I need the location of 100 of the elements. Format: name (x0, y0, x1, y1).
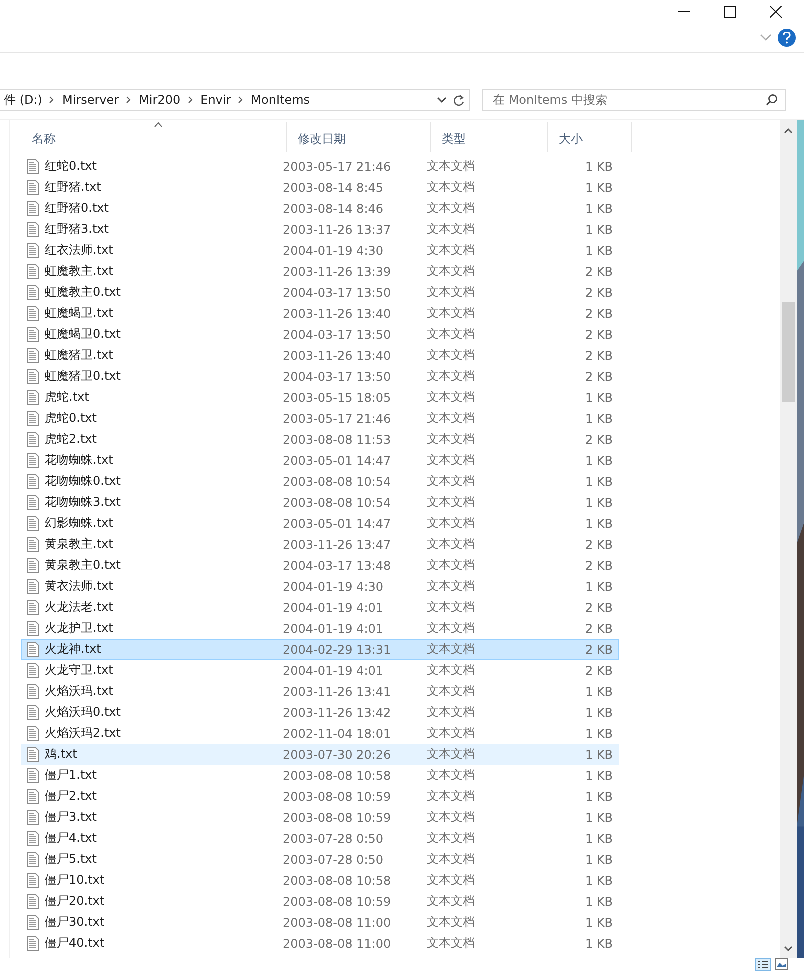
file-row[interactable]: 僵尸5.txt 2003-07-28 0:50 文本文档 1 KB (21, 849, 619, 870)
file-row[interactable]: 僵尸40.txt 2003-08-08 11:00 文本文档 1 KB (21, 933, 619, 954)
scroll-up-icon[interactable] (784, 128, 793, 134)
close-icon[interactable] (770, 6, 782, 18)
modified-date: 2004-01-19 4:30 (283, 580, 384, 594)
modified-date: 2004-03-17 13:48 (283, 558, 392, 572)
file-row[interactable]: 僵尸30.txt 2003-08-08 11:00 文本文档 1 KB (21, 912, 619, 933)
file-size: 1 KB (584, 936, 613, 950)
breadcrumb[interactable]: MonItems (247, 93, 314, 107)
minimize-icon[interactable] (678, 11, 690, 13)
file-size: 2 KB (584, 264, 613, 278)
file-row[interactable]: 红野猪3.txt 2003-11-26 13:37 文本文档 1 KB (21, 219, 619, 240)
modified-date: 2003-05-15 18:05 (283, 390, 392, 404)
text-file-icon (27, 852, 39, 867)
details-view-icon[interactable] (755, 958, 771, 971)
file-row[interactable]: 黄泉教主0.txt 2004-03-17 13:48 文本文档 2 KB (21, 555, 619, 576)
file-row[interactable]: 黄泉教主.txt 2003-11-26 13:47 文本文档 2 KB (21, 534, 619, 555)
file-type: 文本文档 (427, 914, 476, 931)
file-row[interactable]: 火焰沃玛2.txt 2002-11-04 18:01 文本文档 1 KB (21, 723, 619, 744)
modified-date: 2003-08-14 8:45 (283, 180, 384, 194)
address-bar[interactable]: 件 (D:) Mirserver Mir200 Envir MonItems (0, 89, 470, 111)
column-header[interactable]: 名称 (21, 122, 287, 152)
file-row[interactable]: 火焰沃玛.txt 2003-11-26 13:41 文本文档 1 KB (21, 681, 619, 702)
breadcrumb[interactable]: 件 (D:) (0, 92, 46, 108)
breadcrumb[interactable]: Envir (196, 93, 236, 107)
breadcrumb[interactable]: Mirserver (58, 93, 124, 107)
modified-date: 2003-11-26 13:47 (283, 538, 392, 552)
file-row[interactable]: 虹魔教主.txt 2003-11-26 13:39 文本文档 2 KB (21, 261, 619, 282)
help-icon[interactable] (778, 29, 796, 47)
file-row[interactable]: 火龙护卫.txt 2004-01-19 4:01 文本文档 2 KB (21, 618, 619, 639)
column-header[interactable]: 修改日期 (287, 122, 431, 152)
dropdown-icon[interactable] (437, 97, 447, 103)
scrollbar-thumb[interactable] (782, 302, 795, 402)
scroll-down-icon[interactable] (784, 946, 793, 952)
file-name: 僵尸3.txt (45, 809, 97, 826)
file-row[interactable]: 鸡.txt 2003-07-30 20:26 文本文档 1 KB (21, 744, 619, 765)
refresh-icon[interactable] (453, 94, 465, 106)
modified-date: 2003-08-08 10:59 (283, 810, 392, 824)
file-row[interactable]: 僵尸2.txt 2003-08-08 10:59 文本文档 1 KB (21, 786, 619, 807)
text-file-icon (27, 663, 39, 678)
search-field[interactable]: 在 MonItems 中搜索 (482, 89, 786, 111)
chevron-right-icon (188, 96, 194, 104)
modified-date: 2003-05-01 14:47 (283, 454, 392, 468)
file-row[interactable]: 红野猪0.txt 2003-08-14 8:46 文本文档 1 KB (21, 198, 619, 219)
file-type: 文本文档 (427, 473, 476, 490)
file-row[interactable]: 火龙法老.txt 2004-01-19 4:01 文本文档 2 KB (21, 597, 619, 618)
file-row[interactable]: 幻影蜘蛛.txt 2003-05-01 14:47 文本文档 1 KB (21, 513, 619, 534)
file-name: 火龙法老.txt (45, 599, 114, 616)
search-icon[interactable] (766, 94, 778, 106)
file-row[interactable]: 虎蛇2.txt 2003-08-08 11:53 文本文档 2 KB (21, 429, 619, 450)
file-row[interactable]: 花吻蜘蛛0.txt 2003-08-08 10:54 文本文档 1 KB (21, 471, 619, 492)
file-type: 文本文档 (427, 200, 476, 217)
file-row[interactable]: 火龙守卫.txt 2004-01-19 4:01 文本文档 2 KB (21, 660, 619, 681)
file-row[interactable]: 花吻蜘蛛3.txt 2003-08-08 10:54 文本文档 1 KB (21, 492, 619, 513)
text-file-icon (27, 348, 39, 363)
file-row[interactable]: 虹魔教主0.txt 2004-03-17 13:50 文本文档 2 KB (21, 282, 619, 303)
file-size: 2 KB (584, 328, 613, 342)
modified-date: 2003-08-08 11:00 (283, 916, 392, 930)
breadcrumb[interactable]: Mir200 (135, 93, 185, 107)
file-row[interactable]: 僵尸10.txt 2003-08-08 10:58 文本文档 1 KB (21, 870, 619, 891)
file-name: 僵尸1.txt (45, 767, 97, 784)
file-row[interactable]: 僵尸1.txt 2003-08-08 10:58 文本文档 1 KB (21, 765, 619, 786)
file-name: 虹魔蝎卫.txt (45, 305, 114, 322)
file-name: 红野猪.txt (45, 179, 102, 196)
file-name: 火焰沃玛.txt (45, 683, 114, 700)
file-row[interactable]: 红衣法师.txt 2004-01-19 4:30 文本文档 1 KB (21, 240, 619, 261)
column-header[interactable]: 类型 (431, 122, 548, 152)
file-type: 文本文档 (427, 347, 476, 364)
file-row[interactable]: 火焰沃玛0.txt 2003-11-26 13:42 文本文档 1 KB (21, 702, 619, 723)
thumbnail-view-icon[interactable] (775, 958, 788, 970)
file-type: 文本文档 (427, 431, 476, 448)
file-row[interactable]: 僵尸20.txt 2003-08-08 10:59 文本文档 1 KB (21, 891, 619, 912)
file-row[interactable]: 黄衣法师.txt 2004-01-19 4:30 文本文档 1 KB (21, 576, 619, 597)
file-row[interactable]: 僵尸3.txt 2003-08-08 10:59 文本文档 1 KB (21, 807, 619, 828)
file-row[interactable]: 红野猪.txt 2003-08-14 8:45 文本文档 1 KB (21, 177, 619, 198)
file-row[interactable]: 虹魔蝎卫.txt 2003-11-26 13:40 文本文档 2 KB (21, 303, 619, 324)
chevron-right-icon (49, 96, 56, 104)
file-size: 1 KB (584, 474, 613, 488)
file-type: 文本文档 (427, 452, 476, 469)
maximize-icon[interactable] (724, 6, 736, 18)
file-size: 2 KB (584, 664, 613, 678)
file-row[interactable]: 虎蛇.txt 2003-05-15 18:05 文本文档 1 KB (21, 387, 619, 408)
file-row[interactable]: 红蛇0.txt 2003-05-17 21:46 文本文档 1 KB (21, 156, 619, 177)
file-row[interactable]: 虎蛇0.txt 2003-05-17 21:46 文本文档 1 KB (21, 408, 619, 429)
file-row[interactable]: 僵尸4.txt 2003-07-28 0:50 文本文档 1 KB (21, 828, 619, 849)
file-type: 文本文档 (427, 284, 476, 301)
file-row[interactable]: 花吻蜘蛛.txt 2003-05-01 14:47 文本文档 1 KB (21, 450, 619, 471)
file-row[interactable]: 火龙神.txt 2004-02-29 13:31 文本文档 2 KB (21, 639, 619, 660)
file-row[interactable]: 虹魔猪卫.txt 2003-11-26 13:40 文本文档 2 KB (21, 345, 619, 366)
file-row[interactable]: 虹魔蝎卫0.txt 2004-03-17 13:50 文本文档 2 KB (21, 324, 619, 345)
file-row[interactable]: 虹魔猪卫0.txt 2004-03-17 13:50 文本文档 2 KB (21, 366, 619, 387)
text-file-icon (27, 159, 39, 174)
file-size: 1 KB (584, 390, 613, 404)
file-size: 1 KB (584, 454, 613, 468)
column-header[interactable]: 大小 (548, 122, 632, 152)
file-size: 1 KB (584, 874, 613, 888)
text-file-icon (27, 537, 39, 552)
text-file-icon (27, 264, 39, 279)
scrollbar[interactable] (780, 120, 797, 958)
file-type: 文本文档 (427, 578, 476, 595)
